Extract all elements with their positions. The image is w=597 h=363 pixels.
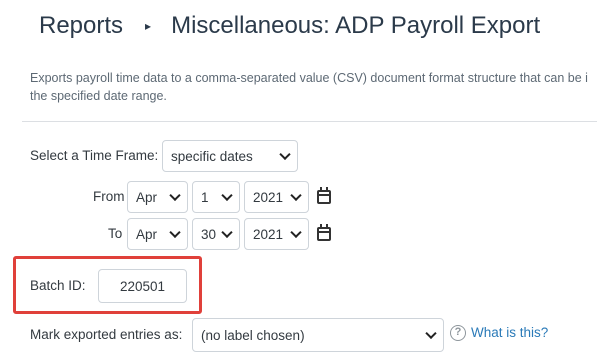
chevron-down-icon	[169, 226, 181, 239]
breadcrumb-separator-icon: ▸	[145, 19, 152, 33]
mark-exported-value: (no label chosen)	[201, 327, 305, 343]
chevron-down-icon	[425, 327, 437, 340]
to-day-select[interactable]: 30	[192, 218, 240, 250]
from-month-value: Apr	[136, 189, 158, 205]
chevron-down-icon	[279, 148, 291, 161]
from-label: From	[93, 189, 125, 204]
from-day-select[interactable]: 1	[192, 181, 240, 213]
mark-exported-label: Mark exported entries as:	[30, 327, 183, 342]
report-description: Exports payroll time data to a comma-sep…	[30, 69, 597, 105]
timeframe-select-value: specific dates	[171, 148, 253, 164]
description-line-2: the specified date range.	[30, 89, 167, 103]
calendar-icon[interactable]	[317, 187, 331, 204]
what-is-this-link[interactable]: What is this?	[471, 325, 548, 340]
chevron-down-icon	[221, 189, 233, 202]
timeframe-label: Select a Time Frame:	[30, 148, 159, 163]
batch-id-value: 220501	[119, 278, 166, 294]
mark-exported-select[interactable]: (no label chosen)	[192, 318, 444, 352]
to-month-select[interactable]: Apr	[127, 218, 188, 250]
to-day-value: 30	[201, 226, 217, 242]
chevron-down-icon	[169, 189, 181, 202]
to-year-value: 2021	[253, 226, 284, 242]
to-label: To	[108, 226, 123, 241]
question-circle-icon[interactable]: ?	[450, 325, 466, 341]
batch-id-input[interactable]: 220501	[98, 269, 187, 303]
from-year-select[interactable]: 2021	[244, 181, 309, 213]
to-year-select[interactable]: 2021	[244, 218, 309, 250]
from-year-value: 2021	[253, 189, 284, 205]
chevron-down-icon	[290, 226, 302, 239]
batch-id-label: Batch ID:	[30, 278, 86, 293]
page-title: Miscellaneous: ADP Payroll Export	[171, 12, 541, 39]
from-month-select[interactable]: Apr	[127, 181, 188, 213]
calendar-icon[interactable]	[317, 224, 331, 241]
chevron-down-icon	[290, 189, 302, 202]
breadcrumb: Reports ▸ Miscellaneous: ADP Payroll Exp…	[39, 12, 540, 40]
breadcrumb-root[interactable]: Reports	[39, 12, 123, 40]
divider	[22, 121, 597, 122]
from-day-value: 1	[201, 189, 209, 205]
chevron-down-icon	[221, 226, 233, 239]
timeframe-select[interactable]: specific dates	[162, 140, 298, 172]
description-line-1: Exports payroll time data to a comma-sep…	[30, 71, 588, 85]
to-month-value: Apr	[136, 226, 158, 242]
